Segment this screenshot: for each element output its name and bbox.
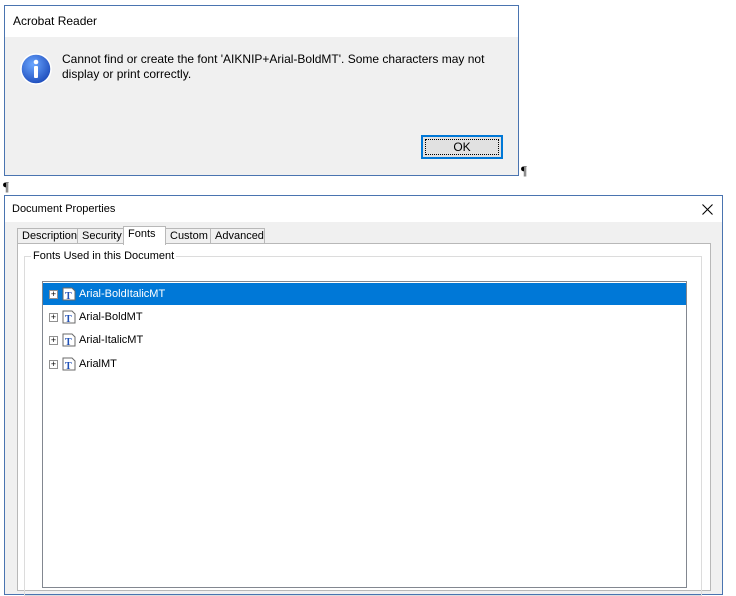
- tab-description[interactable]: Description: [17, 228, 78, 244]
- tab-advanced[interactable]: Advanced: [210, 228, 265, 244]
- expand-icon[interactable]: +: [49, 335, 58, 345]
- tab-label: Custom: [170, 230, 208, 242]
- docprops-title: Document Properties: [12, 203, 116, 215]
- docprops-titlebar[interactable]: Document Properties: [5, 196, 722, 222]
- info-icon: [20, 53, 52, 85]
- font-file-icon: T: [62, 310, 76, 324]
- close-icon: [701, 203, 713, 215]
- font-tree-item[interactable]: + T ArialMT: [43, 353, 686, 375]
- ok-button[interactable]: OK: [421, 135, 503, 159]
- svg-text:T: T: [65, 291, 72, 301]
- svg-text:T: T: [65, 361, 72, 371]
- focus-rect: [425, 139, 499, 155]
- font-file-icon: T: [62, 333, 76, 347]
- alert-title: Acrobat Reader: [13, 14, 98, 28]
- alert-titlebar[interactable]: Acrobat Reader: [5, 6, 518, 37]
- document-properties-dialog: Document Properties Description Security…: [4, 195, 723, 596]
- expand-icon[interactable]: +: [49, 312, 58, 322]
- close-button[interactable]: [698, 200, 716, 218]
- fonts-tab-panel: Fonts Used in this Document + T Arial-Bo…: [17, 243, 711, 596]
- pilcrow-mark: ¶: [521, 163, 527, 178]
- alert-dialog: Acrobat Reader Cannot find or create the…: [4, 5, 519, 176]
- svg-text:T: T: [65, 337, 72, 347]
- tab-label: Description: [22, 230, 78, 242]
- tab-security[interactable]: Security: [77, 228, 124, 244]
- tab-custom[interactable]: Custom: [165, 228, 211, 244]
- tab-fonts[interactable]: Fonts: [123, 226, 166, 245]
- font-name: Arial-ItalicMT: [79, 334, 144, 346]
- tab-label: Fonts: [128, 228, 156, 240]
- svg-text:T: T: [65, 314, 72, 324]
- expand-icon[interactable]: +: [49, 359, 58, 369]
- font-file-icon: T: [62, 357, 76, 371]
- tab-label: Advanced: [215, 230, 264, 242]
- tab-label: Security: [82, 230, 122, 242]
- fonts-tree[interactable]: + T Arial-BoldItalicMT + T Arial-BoldMT: [42, 281, 687, 588]
- font-tree-item[interactable]: + T Arial-BoldMT: [43, 306, 686, 328]
- fonts-groupbox: Fonts Used in this Document + T Arial-Bo…: [24, 250, 702, 596]
- font-name: Arial-BoldMT: [79, 311, 143, 323]
- font-name: Arial-BoldItalicMT: [79, 288, 166, 300]
- font-tree-item[interactable]: + T Arial-ItalicMT: [43, 329, 686, 351]
- expand-icon[interactable]: +: [49, 289, 58, 299]
- pilcrow-mark: ¶: [3, 179, 9, 194]
- font-tree-item[interactable]: + T Arial-BoldItalicMT: [43, 283, 686, 305]
- font-file-icon: T: [62, 287, 76, 301]
- alert-message: Cannot find or create the font 'AIKNIP+A…: [62, 52, 485, 81]
- group-label: Fonts Used in this Document: [31, 250, 177, 262]
- font-name: ArialMT: [79, 358, 117, 370]
